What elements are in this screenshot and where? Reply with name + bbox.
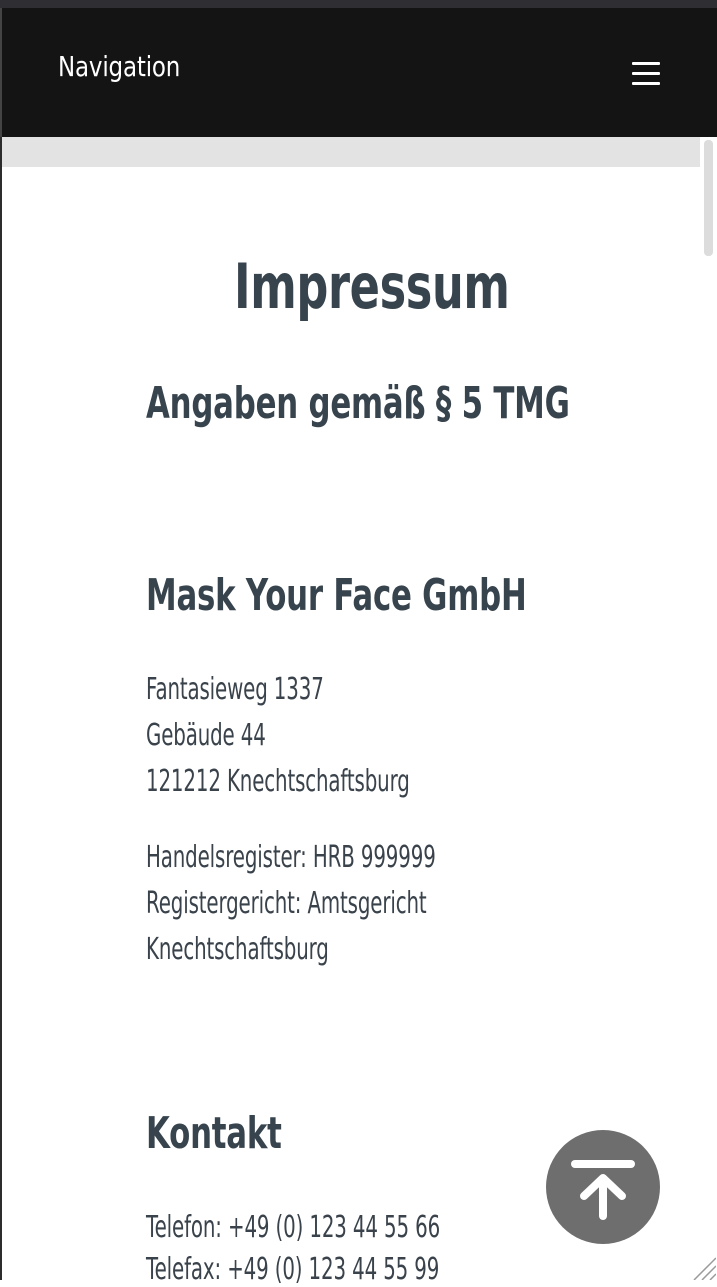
hamburger-menu-icon[interactable]: [630, 58, 662, 88]
register-line-court: Registergericht: Amtsgericht: [146, 886, 427, 921]
back-to-top-button[interactable]: [546, 1130, 660, 1244]
contact-phone: Telefon: +49 (0) 123 44 55 66: [146, 1210, 441, 1245]
page-title: Impressum: [234, 250, 510, 323]
header-shadow-band: [2, 137, 702, 167]
resize-grip-icon[interactable]: [690, 1254, 716, 1280]
contact-fax: Telefax: +49 (0) 123 44 55 99: [146, 1252, 440, 1287]
arrow-up-to-top-icon: [571, 1160, 635, 1220]
tmg-subtitle: Angaben gemäß § 5 TMG: [146, 378, 570, 429]
address-line-street: Fantasieweg 1337: [146, 672, 324, 707]
contact-heading: Kontakt: [146, 1108, 282, 1159]
window-top-edge: [0, 0, 717, 8]
nav-title[interactable]: Navigation: [58, 50, 180, 83]
scrollbar-thumb[interactable]: [704, 140, 713, 256]
address-line-building: Gebäude 44: [146, 718, 266, 753]
navbar: Navigation: [0, 8, 717, 137]
address-line-city: 121212 Knechtschaftsburg: [146, 764, 410, 799]
register-line-hrb: Handelsregister: HRB 999999: [146, 840, 436, 875]
register-line-court-city: Knechtschaftsburg: [146, 932, 329, 967]
page-left-border: [0, 137, 2, 1280]
company-name: Mask Your Face GmbH: [146, 570, 527, 621]
scrollbar-track[interactable]: [700, 137, 717, 1280]
